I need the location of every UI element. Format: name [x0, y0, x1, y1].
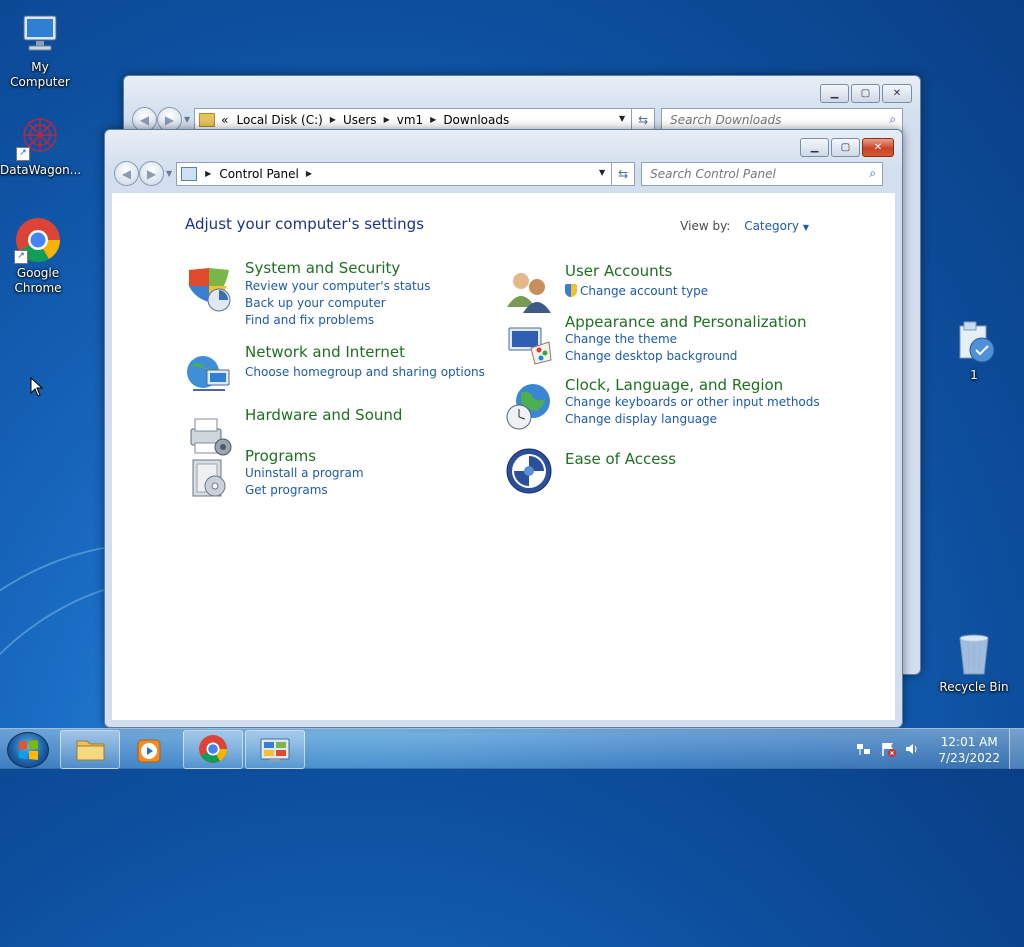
programs-icon	[185, 454, 233, 502]
datawagon-icon: ↗	[16, 113, 64, 161]
desktop-icon-recycle-bin[interactable]: Recycle Bin	[934, 630, 1014, 695]
refresh-button[interactable]: ⇆	[632, 107, 656, 132]
view-by-dropdown[interactable]: Category ▼	[744, 219, 809, 233]
category-link[interactable]: Review your computer's status	[245, 279, 431, 293]
media-player-icon	[137, 739, 161, 763]
ease-of-access-icon	[505, 447, 553, 495]
minimize-button[interactable]: ▁	[820, 84, 849, 103]
uac-shield-icon	[565, 284, 577, 297]
address-dropdown-icon[interactable]: ▼	[599, 168, 605, 177]
network-status-icon[interactable]	[856, 741, 872, 757]
clock-time: 12:01 AM	[940, 735, 998, 749]
page-title: Adjust your computer's settings	[185, 215, 425, 233]
network-icon	[185, 350, 233, 398]
shortcut-arrow-icon: ↗	[14, 250, 28, 264]
category-title[interactable]: Programs	[245, 447, 316, 465]
address-dropdown-icon[interactable]: ▼	[619, 114, 625, 123]
monitor-palette-icon	[505, 320, 553, 368]
category-title[interactable]: Appearance and Personalization	[565, 313, 807, 331]
minimize-button[interactable]: ▁	[800, 138, 829, 157]
category-title[interactable]: Clock, Language, and Region	[565, 376, 783, 394]
taskbar-control-panel[interactable]	[245, 730, 305, 769]
category-link[interactable]: Back up your computer	[245, 296, 386, 310]
close-button[interactable]: ✕	[862, 138, 894, 157]
search-icon[interactable]: ⌕	[869, 166, 876, 181]
breadcrumb-item[interactable]: Local Disk (C:) ▶	[237, 113, 343, 127]
desktop-icon-my-computer[interactable]: My Computer	[0, 10, 80, 90]
category-title[interactable]: Hardware and Sound	[245, 406, 402, 424]
desktop-icon-google-chrome[interactable]: ↗ Google Chrome	[0, 216, 78, 296]
shortcut-arrow-icon: ↗	[16, 147, 30, 161]
installer-icon	[950, 318, 998, 366]
category-link[interactable]: Find and fix problems	[245, 313, 374, 327]
search-control-panel-box[interactable]: ⌕	[641, 161, 884, 186]
search-downloads-box[interactable]: ⌕	[661, 107, 904, 132]
chrome-icon	[199, 735, 227, 763]
shield-icon	[185, 266, 233, 314]
category-link[interactable]: Change keyboards or other input methods	[565, 395, 820, 409]
chevron-down-icon: ▼	[802, 223, 809, 232]
category-link[interactable]: Uninstall a program	[245, 466, 364, 480]
address-bar[interactable]: « Local Disk (C:) ▶ Users ▶ vm1 ▶ Downloads…	[194, 107, 633, 132]
search-icon[interactable]: ⌕	[889, 112, 896, 127]
category-title[interactable]: System and Security	[245, 259, 400, 277]
windows-logo-icon	[19, 740, 38, 760]
show-desktop-button[interactable]	[1009, 729, 1024, 769]
start-button[interactable]	[7, 732, 49, 768]
breadcrumb-item[interactable]: Users ▶	[343, 113, 397, 127]
recent-pages-dropdown[interactable]: ▼	[166, 169, 172, 178]
window-caption-buttons: ▁ ▢ ✕	[800, 138, 894, 157]
chrome-icon: ↗	[14, 216, 62, 264]
control-panel-icon	[181, 166, 198, 181]
recycle-bin-icon	[950, 630, 998, 678]
category-link[interactable]: Change display language	[565, 412, 717, 426]
volume-icon[interactable]	[904, 741, 920, 757]
desktop-icon-datawagon[interactable]: ↗ DataWagon...	[0, 113, 81, 178]
mouse-cursor-icon	[30, 377, 44, 397]
category-title[interactable]: Network and Internet	[245, 343, 405, 361]
back-button[interactable]: ◀	[114, 161, 139, 186]
system-clock[interactable]: 12:01 AM 7/23/2022	[938, 734, 1000, 766]
computer-icon	[16, 10, 64, 58]
close-button[interactable]: ✕	[882, 84, 912, 103]
clock-globe-icon	[505, 383, 553, 431]
breadcrumb-item[interactable]: Control Panel ▶	[219, 167, 319, 181]
category-link[interactable]: Change account type	[565, 284, 708, 298]
window-caption-buttons: ▁ ▢ ✕	[820, 84, 912, 103]
search-input[interactable]	[648, 165, 845, 182]
folder-icon	[76, 740, 105, 761]
taskbar: 12:01 AM 7/23/2022	[0, 728, 1024, 769]
category-title[interactable]: User Accounts	[565, 262, 672, 280]
view-by: View by: Category ▼	[680, 219, 809, 233]
desktop-icon-1[interactable]: 1	[934, 318, 1014, 383]
category-link[interactable]: Get programs	[245, 483, 328, 497]
recent-pages-dropdown[interactable]: ▼	[184, 115, 190, 124]
forward-button[interactable]: ▶	[139, 161, 164, 186]
clock-date: 7/23/2022	[938, 751, 1000, 765]
control-panel-content: Adjust your computer's settings View by:…	[112, 193, 895, 720]
control-panel-navigation-bar: ◀ ▶ ▼ ▶ Control Panel▶ ▼ ⇆ ⌕	[114, 161, 884, 186]
action-center-flag-icon[interactable]	[880, 741, 896, 757]
search-input[interactable]	[668, 111, 865, 128]
taskbar-windows-explorer[interactable]	[60, 730, 120, 769]
breadcrumb-item[interactable]: Downloads	[443, 113, 509, 127]
system-tray: 12:01 AM 7/23/2022	[854, 729, 1024, 769]
taskbar-media-player[interactable]	[121, 730, 181, 769]
folder-icon	[199, 112, 216, 127]
refresh-button[interactable]: ⇆	[612, 161, 636, 186]
control-panel-window[interactable]: ▁ ▢ ✕ ◀ ▶ ▼ ▶ Control Panel▶ ▼ ⇆ ⌕ Adjus…	[104, 129, 903, 728]
control-panel-icon	[260, 738, 290, 762]
category-link[interactable]: Change desktop background	[565, 349, 737, 363]
taskbar-google-chrome[interactable]	[183, 730, 243, 769]
breadcrumb-item[interactable]: vm1 ▶	[397, 113, 444, 127]
address-bar[interactable]: ▶ Control Panel ▶ ▼	[176, 161, 613, 186]
breadcrumb-overflow[interactable]: «	[221, 113, 228, 127]
maximize-button[interactable]: ▢	[851, 84, 880, 103]
category-link[interactable]: Choose homegroup and sharing options	[245, 365, 485, 379]
maximize-button[interactable]: ▢	[831, 138, 860, 157]
category-link[interactable]: Change the theme	[565, 332, 677, 346]
users-icon	[505, 269, 553, 317]
category-title[interactable]: Ease of Access	[565, 450, 676, 468]
